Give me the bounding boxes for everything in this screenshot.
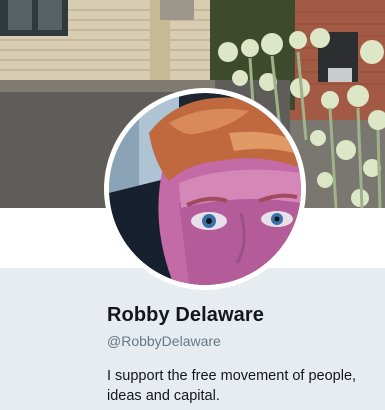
bio-text: I support the free movement of people, i… — [107, 368, 357, 404]
avatar[interactable] — [104, 88, 306, 290]
display-name[interactable]: Robby Delaware — [107, 304, 264, 327]
profile-avatar-photo — [109, 93, 301, 285]
handle[interactable]: @RobbyDelaware — [107, 333, 221, 349]
